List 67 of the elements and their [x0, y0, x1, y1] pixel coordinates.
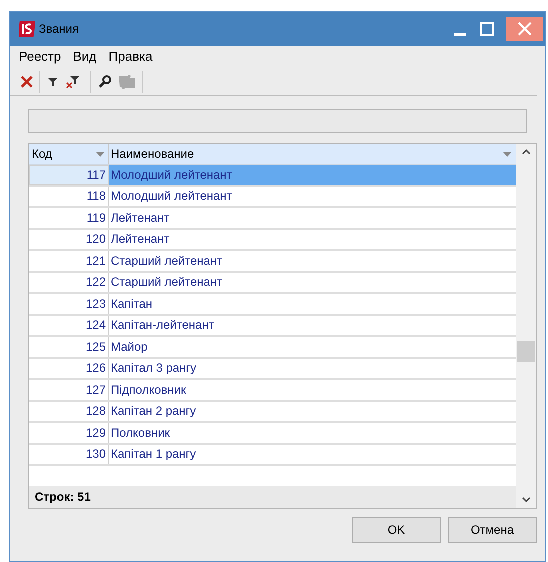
name-cell: Молодший лейтенант [109, 165, 516, 184]
name-cell-text: Капітан [110, 296, 154, 313]
maximize-icon[interactable] [480, 22, 494, 36]
code-cell: 125 [29, 337, 109, 356]
cancel-button[interactable]: Отмена [448, 517, 537, 543]
table-row[interactable]: 123 Капітан [29, 294, 516, 316]
menu-item[interactable]: Вид [73, 47, 97, 67]
code-cell: 118 [29, 186, 109, 206]
name-cell-text: Капітан-лейтенант [110, 317, 216, 334]
code-cell: 124 [29, 316, 109, 335]
name-cell-text: Старший лейтенант [110, 274, 224, 292]
code-cell: 128 [29, 402, 109, 421]
code-cell: 130 [29, 444, 109, 464]
table-row[interactable]: 128 Капітан 2 рангу [29, 402, 516, 423]
table-row[interactable]: 117 Молодший лейтенант [29, 165, 516, 186]
sort-caret-icon [503, 152, 512, 156]
clear-filter-icon[interactable] [66, 74, 80, 88]
code-cell: 129 [29, 423, 109, 442]
name-cell-text: Капітал 3 рангу [110, 360, 198, 378]
app-logo-icon [19, 21, 35, 37]
ok-button[interactable]: OK [352, 517, 441, 543]
sort-caret-icon [96, 152, 105, 156]
name-cell-text: Лейтенант [110, 231, 171, 248]
menu-item[interactable]: Правка [108, 47, 153, 67]
table-row[interactable]: 120 Лейтенант [29, 230, 516, 251]
code-cell: 127 [29, 380, 109, 400]
row-count: Строк: 51 [35, 489, 91, 506]
code-cell: 122 [29, 272, 109, 292]
close-button[interactable] [506, 17, 543, 41]
delete-icon[interactable] [20, 74, 34, 88]
menu-item[interactable]: Реестр [19, 47, 62, 67]
column-header[interactable]: Код [29, 144, 109, 164]
minimize-icon[interactable] [454, 32, 466, 36]
table-row[interactable]: 121 Старший лейтенант [29, 251, 516, 272]
name-cell-text: Підполковник [110, 382, 188, 399]
code-cell: 123 [29, 294, 109, 314]
scroll-thumb[interactable] [517, 341, 535, 362]
scroll-down-icon[interactable] [522, 497, 530, 503]
scrollbar[interactable] [516, 144, 536, 508]
table-row[interactable]: 119 Лейтенант [29, 208, 516, 230]
name-cell-text: Капітан 1 рангу [110, 446, 198, 464]
name-cell-text: Майор [110, 338, 149, 356]
name-cell-text: Полковник [110, 424, 172, 442]
table-row[interactable]: 124 Капітан-лейтенант [29, 316, 516, 337]
table-row[interactable]: 122 Старший лейтенант [29, 272, 516, 294]
name-cell-text: Старший лейтенант [110, 252, 224, 270]
filter-icon[interactable] [48, 76, 58, 86]
close-icon [518, 22, 532, 36]
table-row[interactable]: 130 Капітан 1 рангу [29, 444, 516, 466]
table-row[interactable]: 126 Капітал 3 рангу [29, 358, 516, 380]
table-row[interactable]: 127 Підполковник [29, 380, 516, 402]
code-cell: 126 [29, 358, 109, 378]
table-row[interactable]: 118 Молодший лейтенант [29, 186, 516, 208]
name-cell-text: Молодший лейтенант [110, 188, 234, 206]
column-header[interactable]: Наименование [109, 144, 516, 164]
code-cell: 117 [29, 165, 109, 184]
name-cell-text: Лейтенант [110, 210, 171, 227]
name-cell-text: Капітан 2 рангу [110, 403, 198, 420]
code-cell: 120 [29, 230, 109, 249]
code-cell: 119 [29, 208, 109, 228]
table-row[interactable]: 125 Майор [29, 337, 516, 358]
filter-field[interactable] [28, 109, 527, 133]
scroll-up-icon[interactable] [522, 149, 530, 155]
window-title: Звания [39, 21, 79, 38]
code-cell: 121 [29, 251, 109, 270]
table-row[interactable]: 129 Полковник [29, 423, 516, 444]
search-icon[interactable] [98, 74, 112, 88]
